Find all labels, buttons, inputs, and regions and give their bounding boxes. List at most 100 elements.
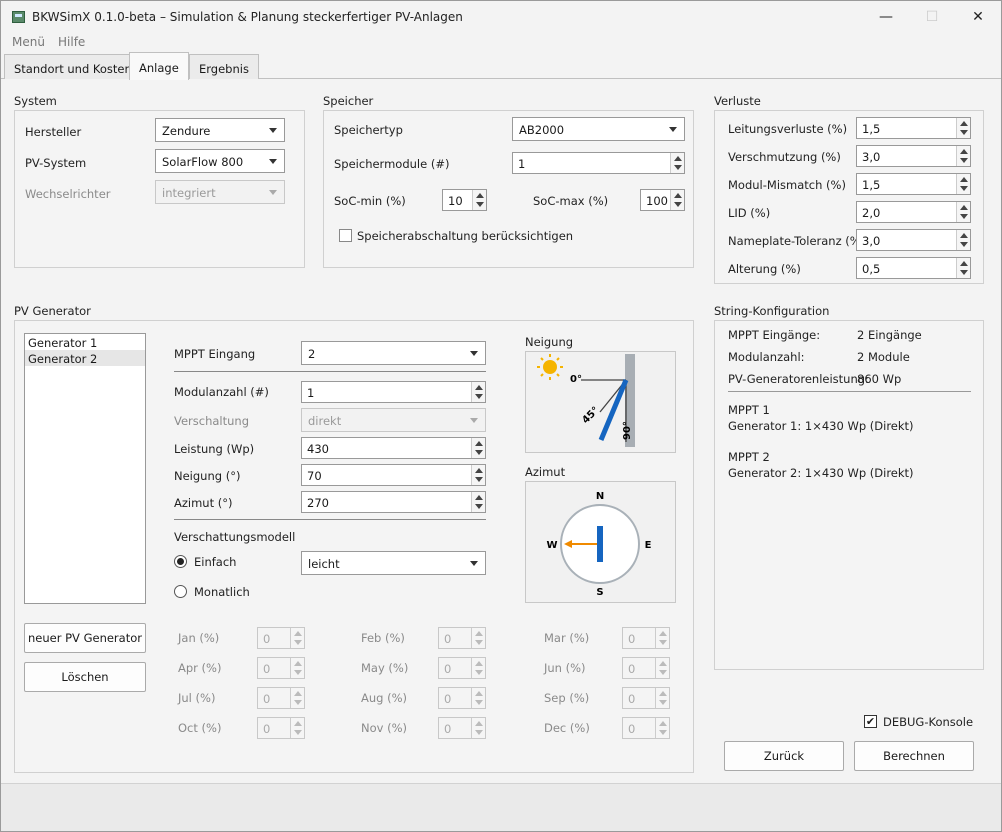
arrow-up-icon[interactable] [475, 441, 483, 446]
list-item[interactable]: Generator 2 [25, 350, 145, 366]
arrow-up-icon[interactable] [960, 205, 968, 210]
app-window: BKWSimX 0.1.0-beta – Simulation & Planun… [0, 0, 1002, 832]
azimut-stepper[interactable]: 270 [301, 491, 486, 513]
arrow-down-icon [475, 640, 483, 645]
month-stepper: 0 [438, 717, 486, 739]
arrow-up-icon[interactable] [960, 121, 968, 126]
arrow-up-icon[interactable] [960, 233, 968, 238]
calculate-button[interactable]: Berechnen [854, 741, 974, 771]
month-stepper: 0 [257, 687, 305, 709]
pvsystem-value: SolarFlow 800 [162, 155, 244, 169]
debug-checkbox[interactable]: ✔ [864, 715, 877, 728]
tick-90: 90° [622, 421, 633, 440]
socmin-value: 10 [448, 194, 463, 208]
socmax-value: 100 [646, 194, 668, 208]
leistung-stepper[interactable]: 430 [301, 437, 486, 459]
arrow-down-icon[interactable] [960, 158, 968, 163]
module-count-label: Modulanzahl: [728, 350, 805, 364]
arrow-down-icon[interactable] [674, 165, 682, 170]
mppt-combo[interactable]: 2 [301, 341, 486, 365]
month-value: 0 [628, 662, 636, 676]
arrow-up-icon[interactable] [475, 495, 483, 500]
tab-anlage[interactable]: Anlage [129, 52, 189, 80]
month-label: Jan (%) [178, 631, 220, 645]
tick-45: 45° [580, 405, 601, 426]
verluste-value: 1,5 [862, 178, 881, 192]
arrow-down-icon [294, 730, 302, 735]
maximize-button: ☐ [925, 9, 939, 25]
arrow-down-icon[interactable] [476, 202, 484, 207]
speichertyp-combo[interactable]: AB2000 [512, 117, 685, 141]
title-bar: BKWSimX 0.1.0-beta – Simulation & Planun… [1, 1, 1001, 33]
arrow-up-icon[interactable] [674, 156, 682, 161]
arrow-up-icon[interactable] [960, 149, 968, 154]
wechselrichter-value: integriert [162, 186, 216, 200]
new-generator-button[interactable]: neuer PV Generator [24, 623, 146, 653]
neigung-stepper[interactable]: 70 [301, 464, 486, 486]
month-stepper: 0 [622, 687, 670, 709]
socmin-stepper[interactable]: 10 [442, 189, 487, 211]
minimize-button[interactable]: — [863, 4, 909, 30]
arrow-up-icon[interactable] [960, 177, 968, 182]
arrow-down-icon [294, 640, 302, 645]
menu-help[interactable]: Hilfe [58, 35, 85, 49]
verluste-stepper[interactable]: 2,0 [856, 201, 971, 223]
modulanzahl-stepper[interactable]: 1 [301, 381, 486, 403]
arrow-down-icon[interactable] [960, 214, 968, 219]
arrow-up-icon[interactable] [960, 261, 968, 266]
delete-generator-button[interactable]: Löschen [24, 662, 146, 692]
arrow-up-icon[interactable] [476, 193, 484, 198]
month-value: 0 [263, 662, 271, 676]
verluste-stepper[interactable]: 1,5 [856, 117, 971, 139]
arrow-down-icon[interactable] [960, 186, 968, 191]
neigung-label: Neigung (°) [174, 469, 241, 483]
speichermodule-stepper[interactable]: 1 [512, 152, 685, 174]
arrow-down-icon[interactable] [475, 450, 483, 455]
verschattung-label: Verschattungsmodell [174, 530, 296, 544]
verluste-value: 1,5 [862, 122, 881, 136]
back-button[interactable]: Zurück [724, 741, 844, 771]
arrow-up-icon[interactable] [674, 193, 682, 198]
arrow-down-icon[interactable] [475, 394, 483, 399]
socmax-stepper[interactable]: 100 [640, 189, 685, 211]
speicherabschaltung-checkbox[interactable] [339, 229, 352, 242]
month-stepper: 0 [257, 657, 305, 679]
compass-diagram: N E S W [546, 491, 651, 598]
verluste-stepper[interactable]: 3,0 [856, 145, 971, 167]
close-button[interactable]: ✕ [955, 4, 1001, 30]
verschattung-combo[interactable]: leicht [301, 551, 486, 575]
monatlich-radio[interactable] [174, 585, 187, 598]
month-label: Jun (%) [544, 661, 586, 675]
arrow-down-icon[interactable] [475, 477, 483, 482]
hersteller-combo[interactable]: Zendure [155, 118, 285, 142]
tab-standort[interactable]: Standort und Kosten [4, 54, 142, 79]
arrow-down-icon [475, 670, 483, 675]
menu-menu[interactable]: Menü [12, 35, 45, 49]
arrow-down-icon[interactable] [960, 242, 968, 247]
arrow-down-icon[interactable] [960, 130, 968, 135]
generator-list[interactable]: Generator 1 Generator 2 [24, 333, 146, 604]
arrow-up-icon [294, 631, 302, 636]
tab-bar: Standort und Kosten Anlage Ergebnis [1, 52, 1001, 80]
verluste-stepper[interactable]: 1,5 [856, 173, 971, 195]
arrow-up-icon [659, 661, 667, 666]
arrow-down-icon[interactable] [674, 202, 682, 207]
arrow-up-icon[interactable] [475, 385, 483, 390]
list-item[interactable]: Generator 1 [25, 334, 145, 350]
verluste-title: Verluste [714, 94, 761, 108]
verluste-stepper[interactable]: 0,5 [856, 257, 971, 279]
month-value: 0 [444, 722, 452, 736]
tab-ergebnis[interactable]: Ergebnis [189, 54, 259, 79]
arrow-down-icon[interactable] [960, 270, 968, 275]
arrow-up-icon[interactable] [475, 468, 483, 473]
einfach-radio[interactable] [174, 555, 187, 568]
arrow-down-icon [475, 730, 483, 735]
pvsystem-combo[interactable]: SolarFlow 800 [155, 149, 285, 173]
chevron-down-icon [269, 128, 277, 133]
verluste-stepper[interactable]: 3,0 [856, 229, 971, 251]
month-value: 0 [628, 692, 636, 706]
wechselrichter-label: Wechselrichter [25, 187, 111, 201]
divider [174, 371, 486, 372]
arrow-down-icon[interactable] [475, 504, 483, 509]
compass-s: S [596, 587, 603, 598]
